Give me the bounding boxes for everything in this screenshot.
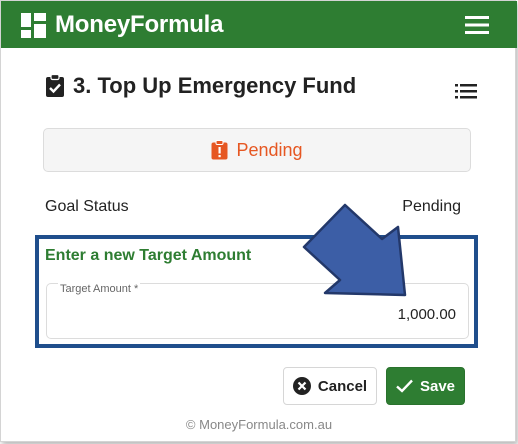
target-amount-field[interactable]: Target Amount * 1,000.00 (46, 283, 469, 339)
goal-status-label: Goal Status (45, 198, 129, 215)
target-amount-section: Enter a new Target Amount Target Amount … (35, 235, 478, 348)
clipboard-check-icon (46, 74, 64, 97)
dashboard-grid-icon (21, 13, 46, 38)
page-title: 3. Top Up Emergency Fund (73, 73, 357, 98)
page-header: 3. Top Up Emergency Fund (45, 71, 485, 103)
goal-status-value: Pending (402, 198, 461, 215)
hamburger-menu-icon[interactable] (465, 15, 489, 35)
app-title: MoneyFormula (55, 11, 224, 38)
app-bar: MoneyFormula (1, 1, 517, 48)
save-button[interactable]: Save (386, 367, 465, 405)
status-card: Pending (43, 128, 471, 172)
target-amount-label: Target Amount * (58, 283, 141, 295)
checkmark-icon (396, 379, 413, 393)
target-amount-value[interactable]: 1,000.00 (398, 306, 456, 323)
app-window: MoneyFormula 3. Top Up Emergency Fund Pe… (0, 0, 517, 442)
cancel-icon (292, 377, 311, 395)
list-icon[interactable] (455, 83, 477, 99)
save-label: Save (419, 377, 456, 395)
cancel-label: Cancel (317, 377, 368, 395)
footer-copyright: © MoneyFormula.com.au (185, 417, 333, 432)
cancel-button[interactable]: Cancel (283, 367, 377, 405)
section-heading: Enter a new Target Amount (45, 247, 252, 264)
clipboard-alert-icon (211, 140, 228, 160)
status-text: Pending (236, 139, 303, 160)
